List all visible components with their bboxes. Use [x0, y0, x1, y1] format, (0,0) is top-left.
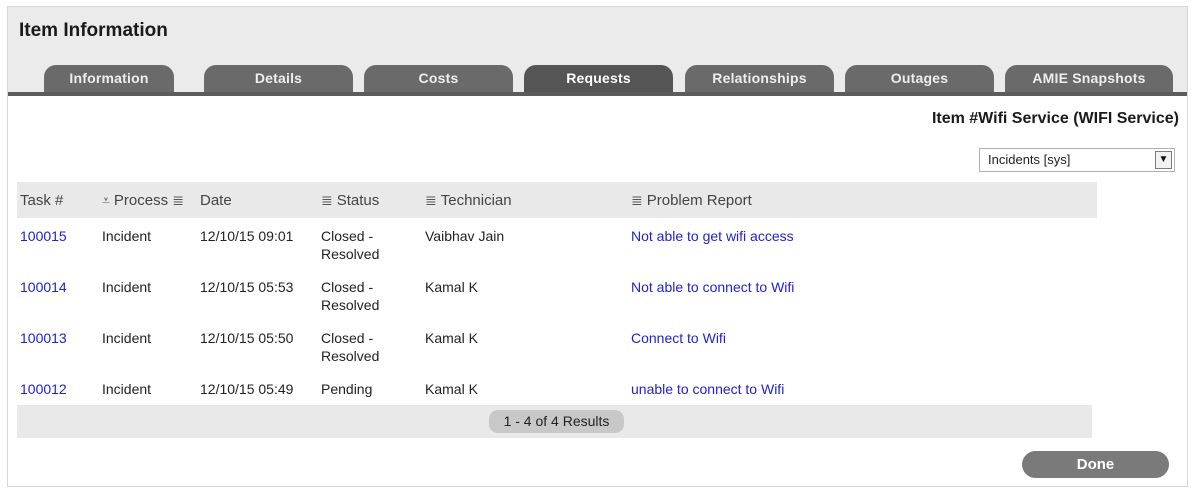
column-header-technician[interactable]: ≣ Technician — [422, 182, 628, 218]
process-cell: Incident — [102, 330, 152, 346]
requests-table: Task # ⩡ Process ≣ Date ≣ Status ≣ Technici… — [17, 182, 1097, 405]
column-header-process[interactable]: ⩡ Process ≣ — [99, 182, 197, 218]
column-header-problem-report[interactable]: ≣ Problem Report — [628, 182, 1097, 218]
done-button[interactable]: Done — [1022, 451, 1169, 478]
process-cell: Incident — [102, 228, 152, 244]
status-cell: Closed - Resolved — [321, 228, 380, 262]
menu-lines-icon[interactable]: ≣ — [425, 192, 437, 208]
task-link[interactable]: 100014 — [20, 279, 67, 295]
status-cell: Closed - Resolved — [321, 330, 380, 364]
date-cell: 12/10/15 05:50 — [200, 330, 294, 346]
status-cell: Pending — [321, 381, 373, 397]
panel-header: Item Information — [8, 7, 1187, 52]
technician-cell: Kamal K — [425, 381, 478, 397]
tab-requests[interactable]: Requests — [524, 65, 673, 92]
date-cell: 12/10/15 05:49 — [200, 381, 294, 397]
page-title: Item Information — [19, 20, 168, 41]
tab-details[interactable]: Details — [204, 65, 353, 92]
menu-lines-icon[interactable]: ≣ — [321, 192, 333, 208]
pagination-bar: 1 - 4 of 4 Results — [17, 405, 1092, 438]
task-link[interactable]: 100012 — [20, 381, 67, 397]
problem-report-link[interactable]: unable to connect to Wifi — [631, 381, 784, 397]
problem-report-link[interactable]: Not able to get wifi access — [631, 228, 794, 244]
item-information-panel: Item Information Information Details Cos… — [7, 6, 1188, 487]
dropdown-arrow-icon[interactable]: ▼ — [1155, 151, 1172, 169]
results-count: 1 - 4 of 4 Results — [489, 410, 624, 433]
date-cell: 12/10/15 09:01 — [200, 228, 294, 244]
tab-bar: Information Details Costs Requests Relat… — [8, 52, 1187, 96]
tab-amie-snapshots[interactable]: AMIE Snapshots — [1005, 65, 1173, 92]
column-header-task[interactable]: Task # — [17, 182, 99, 218]
request-type-select[interactable]: Incidents [sys] ▼ — [979, 148, 1175, 172]
technician-cell: Vaibhav Jain — [425, 228, 505, 244]
item-heading: Item #Wifi Service (WIFI Service) — [931, 110, 1179, 127]
date-cell: 12/10/15 05:53 — [200, 279, 294, 295]
problem-report-link[interactable]: Connect to Wifi — [631, 330, 726, 346]
tab-information[interactable]: Information — [44, 65, 174, 92]
request-type-selected-value: Incidents [sys] — [988, 152, 1071, 167]
tab-outages[interactable]: Outages — [845, 65, 994, 92]
table-row: 100014 Incident 12/10/15 05:53 Closed -R… — [17, 269, 1097, 320]
process-cell: Incident — [102, 279, 152, 295]
tab-relationships[interactable]: Relationships — [685, 65, 834, 92]
status-cell: Closed - Resolved — [321, 279, 380, 313]
menu-lines-icon[interactable]: ≣ — [172, 192, 184, 208]
tab-costs[interactable]: Costs — [364, 65, 513, 92]
technician-cell: Kamal K — [425, 279, 478, 295]
filter-icon[interactable]: ⩡ — [102, 192, 110, 208]
task-link[interactable]: 100013 — [20, 330, 67, 346]
column-header-date[interactable]: Date — [197, 182, 318, 218]
problem-report-link[interactable]: Not able to connect to Wifi — [631, 279, 794, 295]
column-header-status[interactable]: ≣ Status — [318, 182, 422, 218]
table-header-row: Task # ⩡ Process ≣ Date ≣ Status ≣ Technici… — [17, 182, 1097, 218]
technician-cell: Kamal K — [425, 330, 478, 346]
table-row: 100012 Incident 12/10/15 05:49 Pending K… — [17, 371, 1097, 405]
task-link[interactable]: 100015 — [20, 228, 67, 244]
table-row: 100013 Incident 12/10/15 05:50 Closed -R… — [17, 320, 1097, 371]
table-row: 100015 Incident 12/10/15 09:01 Closed -R… — [17, 218, 1097, 269]
menu-lines-icon[interactable]: ≣ — [631, 192, 643, 208]
process-cell: Incident — [102, 381, 152, 397]
